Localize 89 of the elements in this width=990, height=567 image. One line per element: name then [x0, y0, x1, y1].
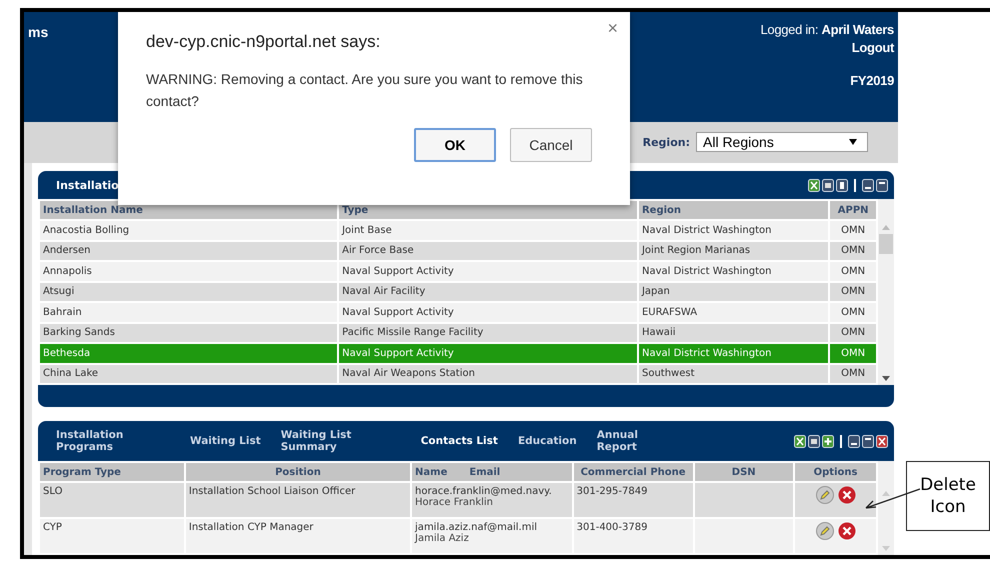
table-cell[interactable]: Southwest [638, 364, 828, 383]
scrollbar[interactable] [878, 199, 894, 385]
column-header[interactable]: Name [415, 466, 448, 478]
panel-tab[interactable]: Waiting List Summary [280, 429, 361, 453]
table-cell[interactable]: EURAFSWA [638, 303, 828, 322]
table-cell[interactable]: Naval District Washington [638, 221, 828, 240]
contact-email: horace.franklin@med.navy. [415, 486, 553, 497]
maximize-icon[interactable] [876, 178, 888, 192]
cancel-button[interactable]: Cancel [510, 128, 592, 162]
maximize-icon[interactable] [862, 434, 874, 448]
report-icon[interactable] [836, 178, 848, 192]
region-label: Region: [642, 136, 690, 149]
table-cell[interactable]: OMN [830, 344, 876, 362]
table-cell: CYP [40, 519, 184, 553]
table-cell: Installation CYP Manager [186, 519, 410, 553]
caret-icon [849, 139, 857, 146]
add-icon[interactable] [822, 434, 834, 448]
print-icon[interactable] [822, 178, 834, 192]
table-cell: 301-400-3789 [574, 519, 693, 553]
table-cell: 301-295-7849 [574, 483, 693, 517]
table-cell[interactable]: OMN [830, 262, 876, 280]
fiscal-year: FY2019 [850, 73, 894, 88]
print-icon[interactable] [808, 434, 820, 448]
minimize-icon[interactable] [848, 434, 860, 448]
panel-tab[interactable]: Installation Programs [56, 429, 136, 453]
dialog-message: WARNING: Removing a contact. Are you sure you want to remove this contact? [146, 70, 584, 111]
column-header[interactable]: Commercial Phone [574, 463, 693, 481]
table-cell[interactable]: Naval Support Activity [339, 303, 637, 322]
table-cell[interactable]: OMN [830, 324, 876, 342]
panel-tab[interactable]: Annual Report [596, 429, 677, 453]
edit-icon[interactable] [816, 522, 834, 540]
contact-email: jamila.aziz.naf@mail.mil [415, 522, 538, 533]
table-cell[interactable]: China Lake [40, 364, 338, 383]
contact-name: Horace Franklin [415, 497, 494, 508]
table-cell[interactable]: Atsugi [40, 282, 338, 301]
column-header[interactable]: Options [794, 463, 876, 481]
table-cell[interactable]: Annapolis [40, 262, 338, 280]
column-header[interactable]: Program Type [40, 463, 184, 481]
table-cell[interactable]: Andersen [40, 242, 338, 260]
logout-link[interactable]: Logout [852, 40, 894, 55]
app-title: ms [28, 24, 48, 42]
table-cell[interactable]: Naval Air Facility [339, 282, 637, 301]
table-cell[interactable]: Joint Region Marianas [638, 242, 828, 260]
table-cell: Installation School Liaison Officer [186, 483, 410, 517]
table-cell[interactable]: Bahrain [40, 303, 338, 322]
table-cell[interactable]: Naval District Washington [638, 262, 828, 280]
table-cell[interactable]: OMN [830, 221, 876, 240]
column-header[interactable]: DSN [694, 463, 793, 481]
column-header[interactable]: Region [638, 201, 828, 219]
delete-icon[interactable] [838, 522, 856, 540]
table-cell: SLO [40, 483, 184, 517]
table-cell[interactable]: Hawaii [638, 324, 828, 342]
delete-icon[interactable] [838, 486, 856, 504]
scroll-down-icon[interactable] [882, 376, 890, 381]
ok-button[interactable]: OK [414, 128, 496, 162]
scroll-thumb[interactable] [879, 234, 894, 254]
table-cell[interactable]: Air Force Base [339, 242, 637, 260]
table-cell[interactable]: Pacific Missile Range Facility [339, 324, 637, 342]
minimize-icon[interactable] [862, 178, 874, 192]
table-cell[interactable]: Naval Air Weapons Station [339, 364, 637, 383]
table-cell[interactable]: Bethesda [40, 344, 338, 362]
excel-icon[interactable] [794, 434, 806, 448]
table-cell[interactable]: Naval District Washington [638, 344, 828, 362]
table-cell[interactable]: Japan [638, 282, 828, 301]
region-select[interactable]: All Regions [696, 132, 868, 152]
logged-in-user: Logged in: April Waters [760, 22, 894, 37]
panel-tab[interactable]: Education [518, 435, 577, 447]
table-cell[interactable]: Naval Support Activity [339, 262, 637, 280]
callout-text: Delete Icon [919, 474, 977, 518]
column-header[interactable]: APPN [830, 201, 876, 219]
table-cell[interactable]: OMN [830, 364, 876, 383]
panel-tab[interactable]: Waiting List [190, 435, 261, 447]
excel-icon[interactable] [808, 178, 820, 192]
table-cell[interactable]: Naval Support Activity [339, 344, 637, 362]
table-cell[interactable]: Anacostia Bolling [40, 221, 338, 240]
contact-name: Jamila Aziz [415, 533, 469, 544]
table-cell[interactable]: OMN [830, 303, 876, 322]
panel-tab[interactable]: Installatio [56, 178, 119, 192]
edit-icon[interactable] [816, 486, 834, 504]
table-cell[interactable]: OMN [830, 242, 876, 260]
table-cell[interactable]: OMN [830, 282, 876, 301]
close-button[interactable]: × [607, 18, 618, 39]
column-header[interactable]: Email [469, 466, 500, 478]
table-cell[interactable]: Barking Sands [40, 324, 338, 342]
close-icon[interactable] [876, 434, 888, 448]
table-cell[interactable]: Joint Base [339, 221, 637, 240]
column-header[interactable]: Position [186, 463, 410, 481]
dialog-title: dev-cyp.cnic-n9portal.net says: [146, 32, 382, 52]
panel-tab[interactable]: Contacts List [420, 435, 498, 447]
